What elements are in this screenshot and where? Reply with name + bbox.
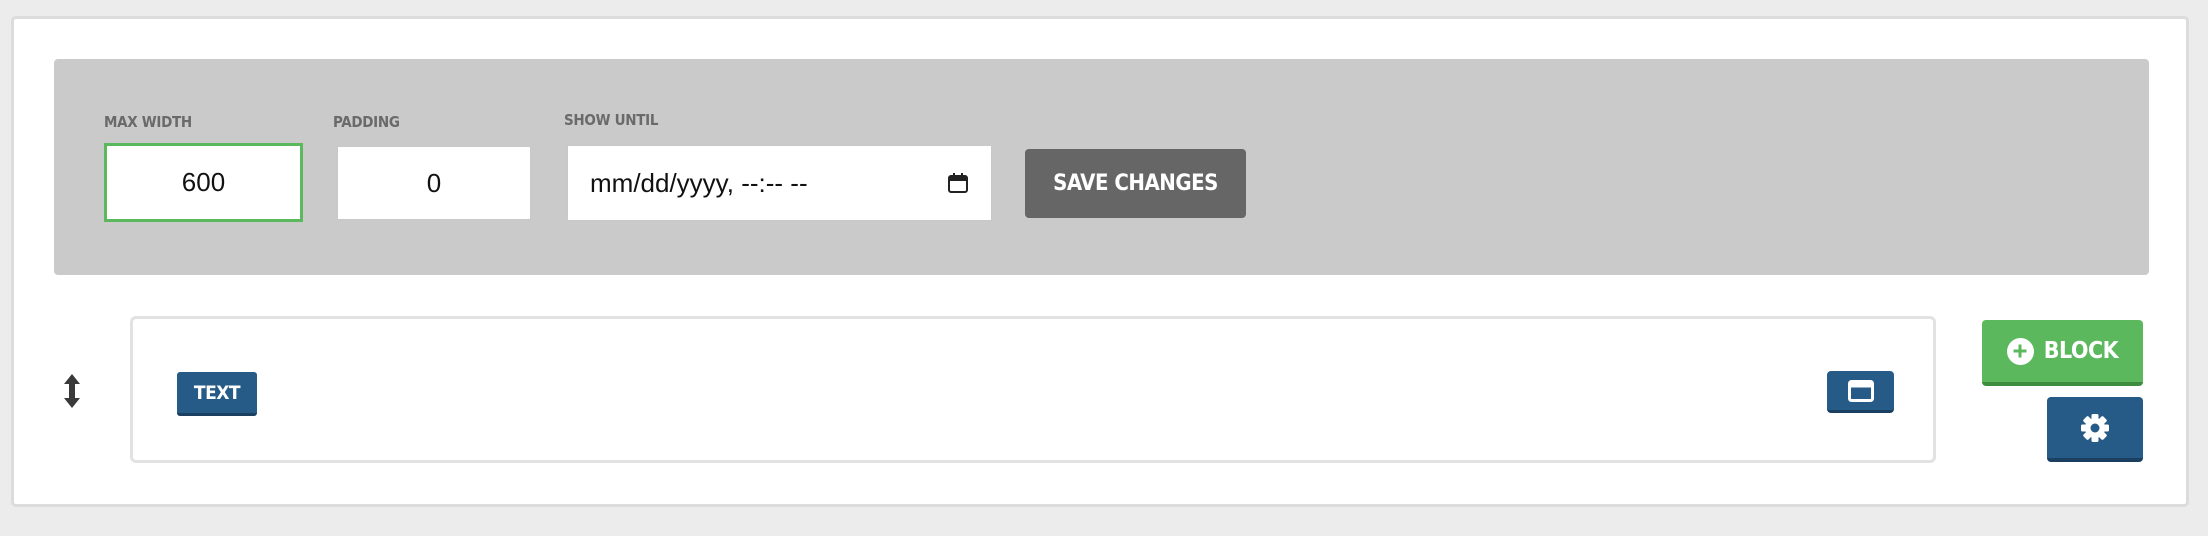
gear-icon [2080, 413, 2110, 443]
plus-circle-icon [2006, 337, 2034, 365]
block-type-badge: TEXT [177, 372, 257, 416]
preview-window-button[interactable] [1827, 371, 1894, 413]
add-block-button[interactable]: BLOCK [1982, 320, 2143, 386]
add-block-label: BLOCK [2043, 338, 2119, 364]
content-block-row: TEXT [130, 316, 1936, 463]
padding-input[interactable]: 0 [337, 146, 531, 220]
save-changes-button[interactable]: SAVE CHANGES [1025, 149, 1246, 218]
show-until-datetime-input[interactable]: mm/dd/yyyy, --:-- -- [567, 145, 992, 221]
padding-label: PADDING [333, 113, 400, 131]
show-until-label: SHOW UNTIL [564, 111, 659, 129]
max-width-label: MAX WIDTH [104, 113, 192, 131]
max-width-input[interactable]: 600 [104, 143, 303, 222]
block-settings-button[interactable] [2047, 397, 2143, 462]
window-icon [1847, 379, 1874, 402]
show-until-placeholder: mm/dd/yyyy, --:-- -- [590, 167, 808, 198]
vertical-arrows-icon[interactable] [60, 374, 84, 408]
calendar-icon[interactable] [947, 172, 969, 194]
